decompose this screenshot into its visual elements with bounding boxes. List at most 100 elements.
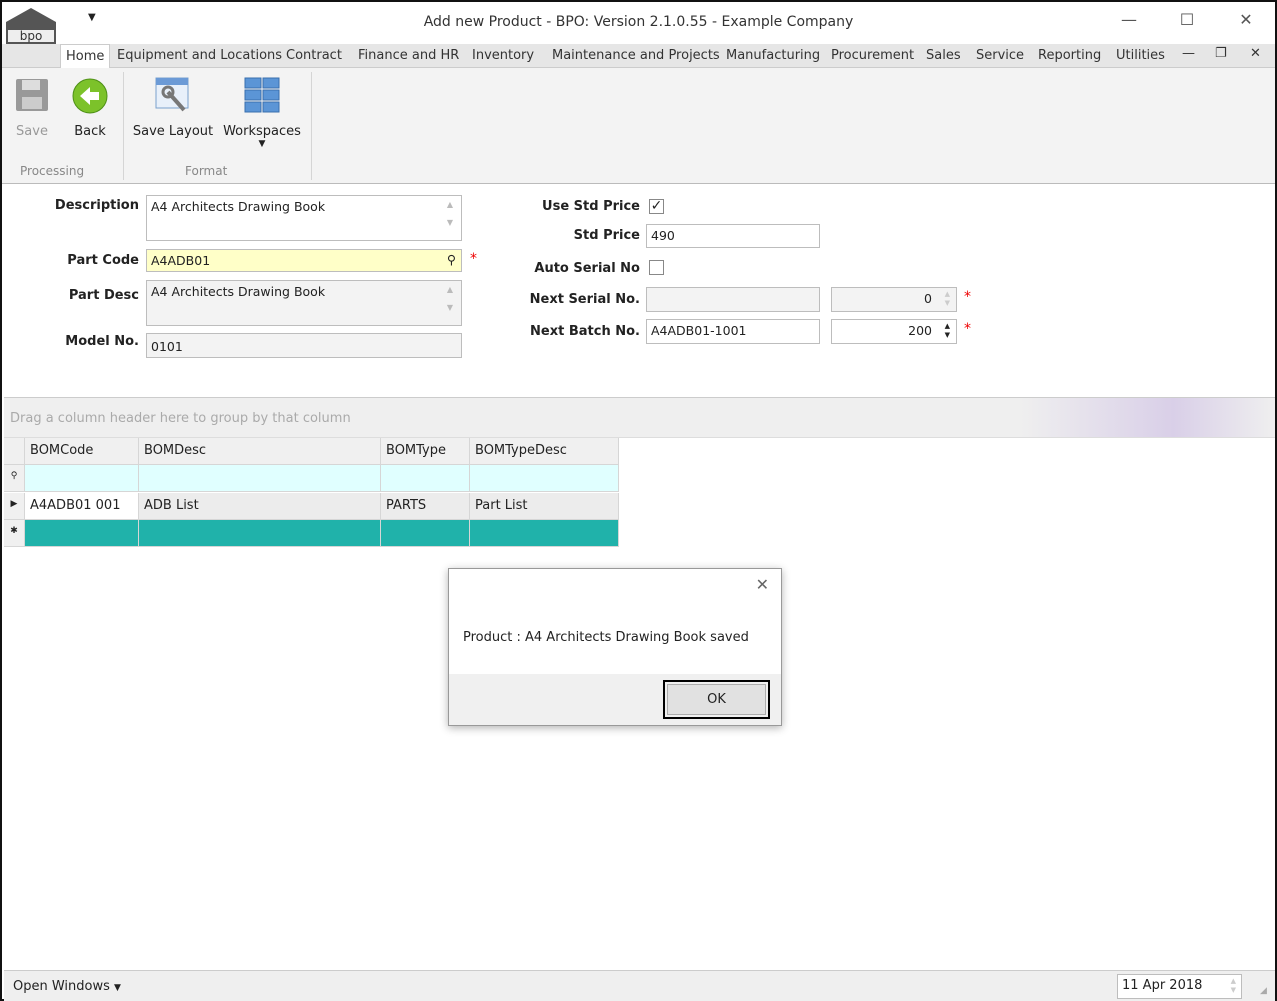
- status-bar: [4, 970, 1275, 1001]
- auto-serial-checkbox[interactable]: [649, 260, 664, 275]
- new-row-asterisk-icon: ✱: [4, 520, 25, 547]
- required-marker: *: [470, 251, 477, 267]
- new-row-cell[interactable]: [470, 520, 619, 547]
- column-header-bomtype[interactable]: BOMType: [381, 438, 470, 465]
- date-value: 11 Apr 2018: [1122, 978, 1203, 993]
- next-batch-label: Next Batch No.: [530, 324, 640, 339]
- filter-cell[interactable]: [470, 465, 619, 492]
- filter-cell[interactable]: [381, 465, 470, 492]
- save-button[interactable]: Save: [12, 78, 52, 139]
- part-desc-field[interactable]: A4 Architects Drawing Book ▲ ▼: [146, 280, 462, 326]
- ribbon-separator: [311, 72, 312, 180]
- next-batch-count-spinner[interactable]: 200 ▲ ▼: [831, 319, 957, 344]
- next-serial-count-spinner[interactable]: 0 ▲ ▼: [831, 287, 957, 312]
- std-price-field[interactable]: 490: [646, 224, 820, 248]
- model-no-field[interactable]: 0101: [146, 333, 462, 358]
- save-label: Save: [16, 124, 48, 139]
- description-field[interactable]: A4 Architects Drawing Book ▲ ▼: [146, 195, 462, 241]
- part-desc-label: Part Desc: [68, 288, 139, 303]
- new-row-cell[interactable]: [381, 520, 470, 547]
- table-cell[interactable]: Part List: [470, 493, 619, 520]
- dialog-message: Product : A4 Architects Drawing Book sav…: [463, 630, 749, 645]
- group-by-panel[interactable]: Drag a column header here to group by th…: [4, 397, 1275, 438]
- table-cell[interactable]: PARTS: [381, 493, 470, 520]
- save-layout-button[interactable]: Save Layout: [132, 76, 214, 139]
- back-arrow-icon: [72, 78, 108, 114]
- model-no-label: Model No.: [65, 334, 139, 349]
- filter-cell[interactable]: [139, 465, 381, 492]
- spin-arrows-icon: ▲ ▼: [1230, 977, 1236, 994]
- required-marker: *: [964, 321, 971, 337]
- new-row-cell[interactable]: [139, 520, 381, 547]
- filter-cell[interactable]: [25, 465, 139, 492]
- column-header-bomdesc[interactable]: BOMDesc: [139, 438, 381, 465]
- table-cell[interactable]: ADB List: [139, 493, 381, 520]
- tab-maintenance-and-projects[interactable]: Maintenance and Projects: [552, 48, 720, 63]
- save-layout-label: Save Layout: [132, 124, 214, 139]
- maximize-button[interactable]: ☐: [1167, 10, 1207, 36]
- current-row-arrow-icon: ▶: [4, 493, 25, 520]
- close-button[interactable]: ✕: [1226, 10, 1266, 36]
- tab-manufacturing[interactable]: Manufacturing: [726, 48, 820, 63]
- app-window: bpo ▼ Add new Product - BPO: Version 2.1…: [0, 0, 1277, 1001]
- ribbon-separator: [123, 72, 124, 180]
- resize-grip-icon[interactable]: ◢: [1260, 986, 1267, 996]
- filter-row-pin-icon: ⚲: [4, 465, 25, 492]
- dropdown-arrow-icon: ▼: [114, 983, 121, 993]
- next-serial-field[interactable]: [646, 287, 820, 312]
- use-std-price-label: Use Std Price: [542, 199, 640, 214]
- workspaces-grid-icon: [244, 77, 280, 113]
- mdi-restore-button[interactable]: ❐: [1215, 46, 1227, 61]
- ok-label: OK: [667, 684, 766, 715]
- next-serial-label: Next Serial No.: [529, 292, 640, 307]
- part-code-field[interactable]: A4ADB01 ⚲: [146, 249, 462, 272]
- workspaces-label: Workspaces: [223, 124, 301, 139]
- workspaces-button[interactable]: Workspaces ▼: [222, 76, 302, 149]
- description-label: Description: [54, 198, 139, 213]
- search-icon[interactable]: ⚲: [447, 252, 456, 267]
- scroll-arrows-icon: ▲ ▼: [446, 200, 453, 227]
- date-field[interactable]: 11 Apr 2018 ▲ ▼: [1117, 974, 1242, 999]
- column-header-bomcode[interactable]: BOMCode: [25, 438, 139, 465]
- tab-service[interactable]: Service: [976, 48, 1024, 63]
- ok-button[interactable]: OK: [663, 680, 770, 719]
- dialog-close-button[interactable]: ✕: [756, 575, 769, 594]
- part-desc-value: A4 Architects Drawing Book: [151, 284, 326, 299]
- tab-equipment-and-locations[interactable]: Equipment and Locations: [117, 48, 282, 63]
- tab-sales[interactable]: Sales: [926, 48, 961, 63]
- group-by-hint: Drag a column header here to group by th…: [10, 411, 351, 426]
- spin-arrows-icon[interactable]: ▲ ▼: [945, 322, 950, 340]
- description-value: A4 Architects Drawing Book: [151, 199, 326, 214]
- tab-finance-and-hr[interactable]: Finance and HR: [358, 48, 459, 63]
- group-format-label: Format: [185, 164, 228, 178]
- mdi-minimize-button[interactable]: —: [1182, 46, 1195, 61]
- tab-procurement[interactable]: Procurement: [831, 48, 914, 63]
- dropdown-arrow-icon: ▼: [258, 139, 266, 149]
- auto-serial-label: Auto Serial No: [534, 261, 640, 276]
- part-code-label: Part Code: [67, 253, 139, 268]
- minimize-button[interactable]: —: [1109, 10, 1149, 36]
- svg-text:bpo: bpo: [20, 29, 43, 43]
- message-dialog: ✕ Product : A4 Architects Drawing Book s…: [448, 568, 782, 726]
- floppy-disk-icon: [16, 79, 48, 111]
- use-std-price-checkbox[interactable]: ✓: [649, 199, 664, 214]
- column-header-bomtypedesc[interactable]: BOMTypeDesc: [470, 438, 619, 465]
- back-label: Back: [74, 124, 106, 139]
- tab-contract[interactable]: Contract: [286, 48, 342, 63]
- scroll-arrows-icon: ▲ ▼: [446, 285, 453, 312]
- row-indicator-header: [4, 438, 25, 465]
- table-cell[interactable]: A4ADB01 001: [25, 493, 139, 520]
- std-price-label: Std Price: [573, 228, 640, 243]
- tab-reporting[interactable]: Reporting: [1038, 48, 1101, 63]
- mdi-close-button[interactable]: ✕: [1250, 46, 1261, 61]
- next-batch-count-value: 200: [908, 323, 932, 338]
- open-windows-menu[interactable]: Open Windows ▼: [13, 979, 121, 994]
- new-row-cell[interactable]: [25, 520, 139, 547]
- tab-inventory[interactable]: Inventory: [472, 48, 534, 63]
- tab-utilities[interactable]: Utilities: [1116, 48, 1165, 63]
- back-button[interactable]: Back: [68, 78, 112, 139]
- part-code-value: A4ADB01: [151, 253, 211, 268]
- window-title: Add new Product - BPO: Version 2.1.0.55 …: [423, 14, 854, 30]
- next-batch-field[interactable]: A4ADB01-1001: [646, 319, 820, 344]
- tab-home[interactable]: Home: [60, 44, 111, 69]
